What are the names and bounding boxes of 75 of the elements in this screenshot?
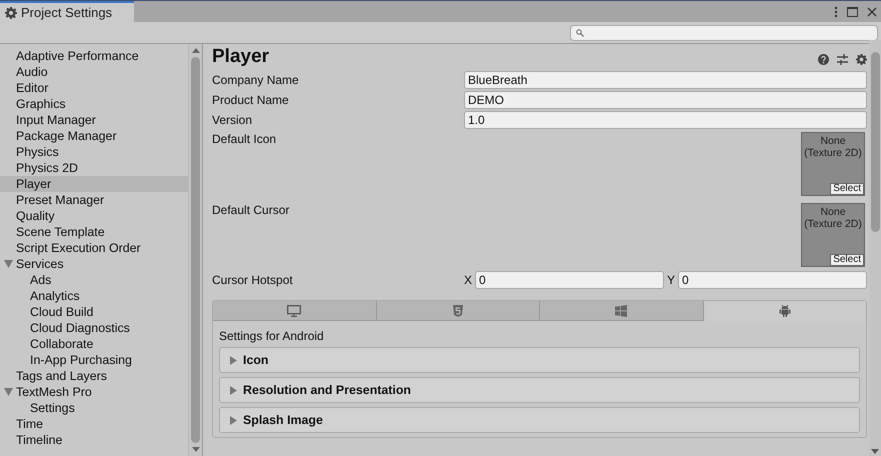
texture-slot[interactable]: None (Texture 2D) Select [801, 203, 865, 267]
number-field[interactable]: 0 [678, 271, 867, 289]
sidebar-item[interactable]: Scene Template [0, 224, 188, 240]
sidebar-item[interactable]: Package Manager [0, 128, 188, 144]
foldout-header[interactable]: Icon [219, 347, 860, 373]
caret-icon [230, 386, 237, 394]
windows-logo-icon [615, 304, 628, 316]
scrollbar[interactable] [869, 40, 881, 456]
platform-heading: Settings for Android [219, 329, 325, 343]
sidebar-item[interactable]: Quality [0, 208, 188, 224]
more-icon[interactable] [834, 6, 838, 18]
sidebar-item[interactable]: Script Execution Order [0, 240, 188, 256]
sidebar-item[interactable]: In-App Purchasing [0, 352, 188, 368]
sidebar-item[interactable]: Timeline [0, 432, 188, 448]
field-label: Version [212, 113, 254, 127]
sidebar-item[interactable]: Services [0, 256, 188, 272]
select-button[interactable]: Select [830, 183, 864, 195]
sidebar-item[interactable]: Analytics [0, 288, 188, 304]
platform-tab[interactable] [376, 301, 540, 321]
scroll-down-icon[interactable] [871, 449, 879, 454]
close-icon[interactable] [867, 6, 877, 16]
text-field[interactable]: 1.0 [464, 111, 867, 129]
sidebar-item[interactable]: Time [0, 416, 188, 432]
scroll-down-icon[interactable] [192, 447, 200, 452]
sidebar-item[interactable]: Adaptive Performance [0, 48, 188, 64]
gear-icon [5, 6, 17, 18]
monitor-icon [287, 304, 302, 316]
sidebar-item[interactable]: Collaborate [0, 336, 188, 352]
number-field[interactable]: 0 [475, 271, 664, 289]
select-button[interactable]: Select [830, 254, 864, 266]
android-robot-icon [778, 304, 791, 316]
platform-tab[interactable] [704, 301, 866, 321]
caret-icon [230, 416, 237, 424]
sidebar-item[interactable]: Physics [0, 144, 188, 160]
sidebar-item[interactable]: Cloud Diagnostics [0, 320, 188, 336]
sidebar-item[interactable]: Ads [0, 272, 188, 288]
field-label: Default Cursor [212, 203, 290, 217]
sidebar-item[interactable]: Graphics [0, 96, 188, 112]
gear-icon[interactable] [856, 54, 867, 65]
sidebar-item[interactable]: Audio [0, 64, 188, 80]
sidebar-item[interactable]: Player [0, 176, 188, 192]
axis-label: X [464, 273, 472, 287]
field-label: Default Icon [212, 132, 278, 146]
sidebar-item[interactable]: Cloud Build [0, 304, 188, 320]
caret-icon[interactable] [4, 388, 13, 396]
window-tab[interactable]: Project Settings [0, 1, 134, 22]
foldout-header[interactable]: Splash Image [219, 407, 860, 433]
sidebar-item[interactable]: TextMesh Pro [0, 384, 188, 400]
html5-shield-icon [452, 304, 463, 316]
scrollbar[interactable] [188, 44, 202, 456]
platform-tab[interactable] [213, 301, 376, 321]
field-label: Product Name [212, 93, 290, 107]
scroll-up-icon[interactable] [192, 48, 200, 53]
help-icon[interactable] [818, 54, 829, 65]
text-field[interactable]: BlueBreath [464, 71, 867, 89]
sidebar-item[interactable]: Input Manager [0, 112, 188, 128]
foldout-header[interactable]: Resolution and Presentation [219, 377, 860, 403]
sidebar-item[interactable]: Settings [0, 400, 188, 416]
field-label: Cursor Hotspot [212, 273, 294, 287]
caret-icon [230, 356, 237, 364]
platform-tab[interactable] [540, 301, 704, 321]
sidebar-item[interactable]: Physics 2D [0, 160, 188, 176]
sidebar-item[interactable]: Tags and Layers [0, 368, 188, 384]
panel-title: Player [212, 46, 270, 68]
texture-slot[interactable]: None (Texture 2D) Select [801, 132, 865, 196]
caret-icon[interactable] [4, 260, 13, 268]
search-icon [576, 28, 584, 36]
sidebar-item[interactable]: Editor [0, 80, 188, 96]
axis-label: Y [667, 273, 676, 287]
field-label: Company Name [212, 73, 300, 87]
text-field[interactable]: DEMO [464, 91, 867, 109]
maximize-icon[interactable] [847, 6, 858, 16]
search-field[interactable] [570, 24, 878, 40]
sliders-icon[interactable] [837, 54, 848, 65]
sidebar-item[interactable]: Preset Manager [0, 192, 188, 208]
